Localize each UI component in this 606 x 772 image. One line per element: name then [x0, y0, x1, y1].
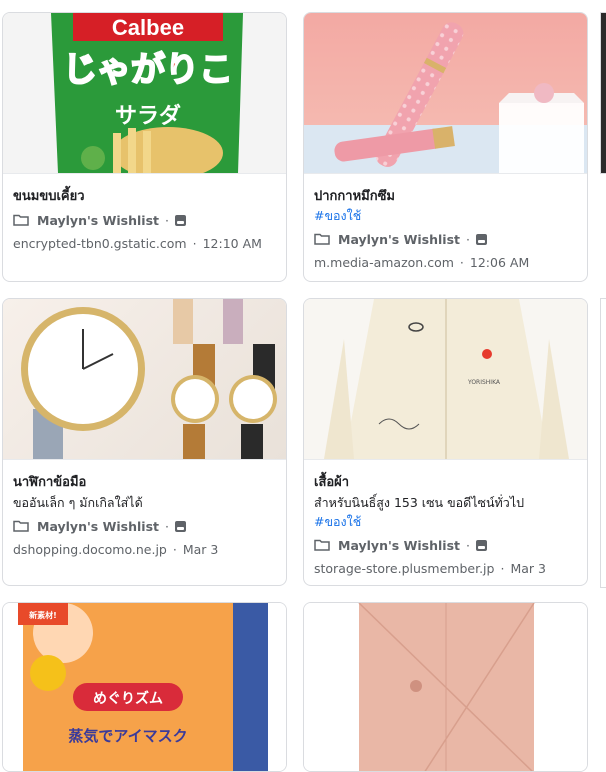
card-meta: m.media-amazon.com · 12:06 AM: [314, 254, 577, 272]
separator: ·: [500, 561, 505, 576]
folder-icon: [314, 233, 330, 245]
timestamp: 12:10 AM: [202, 236, 262, 251]
source-domain[interactable]: storage-store.plusmember.jp: [314, 561, 494, 576]
folder-icon: [314, 539, 330, 551]
mask-name: めぐりズム: [93, 690, 163, 707]
pen-image: [304, 13, 587, 174]
source-domain[interactable]: encrypted-tbn0.gstatic.com: [13, 236, 187, 251]
separator: ·: [466, 231, 470, 247]
separator: ·: [192, 236, 197, 251]
timestamp: Mar 3: [510, 561, 546, 576]
separator: ·: [466, 537, 470, 553]
hashtag-link[interactable]: #ของใช้: [314, 207, 577, 225]
timestamp: Mar 3: [182, 542, 219, 557]
folder-icon: [13, 214, 29, 226]
card-description: สำหรับนินธิ์สูง 153 เซน ขอดีไซน์ทั่วไป: [314, 495, 525, 510]
note-icon: [174, 520, 186, 532]
bookmark-card[interactable]: YORISHIKA เสื้อผ้า สำหรับนินธิ์สูง 153 เ…: [303, 298, 588, 586]
list-name[interactable]: Maylyn's Wishlist: [338, 538, 460, 553]
list-name[interactable]: Maylyn's Wishlist: [338, 232, 460, 247]
list-name[interactable]: Maylyn's Wishlist: [37, 519, 159, 534]
bookmark-card[interactable]: ปากกาหมึกซึม #ของใช้ Maylyn's Wishlist ·…: [303, 12, 588, 282]
mask-text: 蒸気でアイマスク: [68, 727, 187, 745]
card-title[interactable]: ขนมขบเคี้ยว: [13, 188, 276, 206]
bookmark-card[interactable]: Calbee じゃがりこ サラダ ขนมขบเคี้ยว Maylyn's Wi…: [2, 12, 287, 282]
mask-badge: 新素材!: [29, 610, 57, 620]
card-title[interactable]: เสื้อผ้า: [314, 474, 577, 492]
bookmark-card[interactable]: [303, 602, 588, 772]
image-icon: [475, 233, 487, 245]
shirt-image: YORISHIKA: [304, 299, 587, 460]
card-meta: storage-store.plusmember.jp · Mar 3: [314, 560, 577, 578]
next-column-card-edge: [600, 298, 606, 588]
folder-icon: [13, 520, 29, 532]
card-title[interactable]: ปากกาหมึกซึม: [314, 188, 577, 206]
snack-name: じゃがりこ: [63, 50, 233, 90]
eye-mask-image: 新素材! めぐりズム 蒸気でアイマスク: [3, 603, 286, 771]
card-meta: dshopping.docomo.ne.jp · Mar 3: [13, 541, 276, 559]
card-meta: encrypted-tbn0.gstatic.com · 12:10 AM: [13, 235, 276, 253]
shirt-print: YORISHIKA: [467, 379, 501, 386]
timestamp: 12:06 AM: [469, 255, 530, 270]
source-domain[interactable]: dshopping.docomo.ne.jp: [13, 542, 167, 557]
image-icon: [475, 539, 487, 551]
snack-image: Calbee じゃがりこ サラダ: [3, 13, 286, 174]
separator: ·: [165, 518, 169, 534]
separator: ·: [459, 255, 464, 270]
bookmark-card[interactable]: 新素材! めぐりズム 蒸気でアイマスク: [2, 602, 287, 772]
image-icon: [174, 214, 186, 226]
hashtag-link[interactable]: #ของใช้: [314, 513, 577, 531]
list-name[interactable]: Maylyn's Wishlist: [37, 213, 159, 228]
separator: ·: [165, 212, 169, 228]
card-title[interactable]: นาฬิกาข้อมือ: [13, 474, 276, 492]
calbee-brand: Calbee: [112, 15, 184, 40]
source-domain[interactable]: m.media-amazon.com: [314, 255, 454, 270]
card-description: ขออันเล็ก ๆ มักเกิลใส่ได้: [13, 495, 143, 510]
next-column-card-edge: [600, 12, 606, 174]
separator: ·: [172, 542, 177, 557]
bookmark-card[interactable]: นาฬิกาข้อมือ ขออันเล็ก ๆ มักเกิลใส่ได้ M…: [2, 298, 287, 586]
tablet-case-image: [304, 603, 587, 771]
snack-sub: サラダ: [115, 103, 181, 129]
watch-image: [3, 299, 286, 460]
